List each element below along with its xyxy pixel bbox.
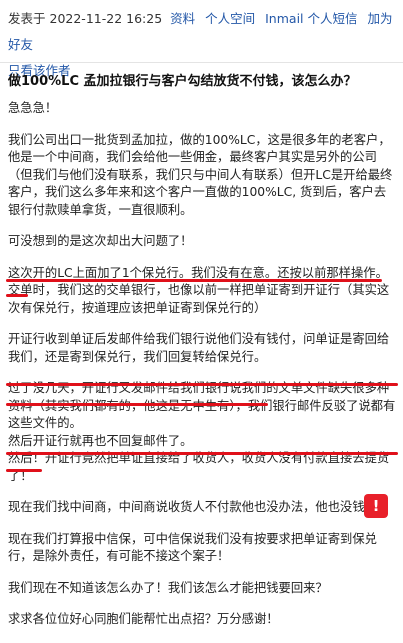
divider	[0, 62, 403, 63]
paragraph-sinosure: 现在我们打算报中信保，可中信保说我们没有按要求把单证寄到保兑行，是除外责任，有可…	[8, 531, 377, 564]
highlight-underline	[6, 452, 398, 455]
paragraph-issuing-bank-reply: 开证行收到单证后发邮件给我们银行说他们没有钱付，问单证是寄回给我们，还是寄到保兑…	[8, 332, 390, 364]
paragraph-missing-docs: 过了没几天，开证行又发邮件给我们银行说我们的文单文件缺失很多种资料（其实我们都有…	[8, 381, 396, 430]
highlight-underline	[6, 294, 28, 297]
paragraph-problem: 可没想到的是这次却出大问题了！	[8, 234, 193, 248]
highlight-underline	[6, 403, 268, 406]
posted-label: 发表于	[8, 11, 46, 26]
highlight-underline	[6, 279, 382, 282]
paragraph-no-reply: 然后开证行就再也不回复邮件了。	[8, 433, 193, 448]
personal-space-link[interactable]: 个人空间	[205, 11, 255, 26]
post-datetime: 2022-11-22 16:25	[49, 11, 163, 26]
post-title: 做100%LC 孟加拉银行与客户勾结放货不付钱，该怎么办？	[8, 74, 357, 89]
inmail-link[interactable]: Inmail 个人短信	[265, 11, 357, 26]
post-body: 急急急！ 我们公司出口一批货到孟加拉，做的100%LC，这是很多年的老客户，他是…	[8, 100, 396, 643]
paragraph-document-submission: 交单时，我们这的交单银行，也像以前一样把单证寄到开证行（其实这次有保兑行，按道理…	[8, 283, 390, 315]
paragraph-middleman: 现在我们找中间商，中间商说收货人不付款他也没办法，他也没钱！	[8, 500, 377, 514]
highlight-underline	[6, 383, 398, 386]
paragraph-goods-released: 然后！开证行竟然把单证直接给了收货人，收货人没有付款直接去提货了！	[8, 451, 390, 483]
paragraph-question: 我们现在不知道该怎么办了！我们该怎么才能把钱要回来？	[8, 580, 328, 595]
paragraph-confirming-bank-text: 这次开的LC上面加了1个保兑行。我们没有在意。还按以前那样操作。	[8, 265, 388, 280]
paragraph-background: 我们公司出口一批货到孟加拉，做的100%LC，这是很多年的老客户，他是一个中间商…	[8, 132, 393, 217]
paragraph-urgent: 急急急！	[8, 101, 58, 115]
alert-icon: !	[364, 494, 388, 518]
highlight-underline	[6, 469, 42, 472]
profile-link[interactable]: 资料	[170, 11, 195, 26]
